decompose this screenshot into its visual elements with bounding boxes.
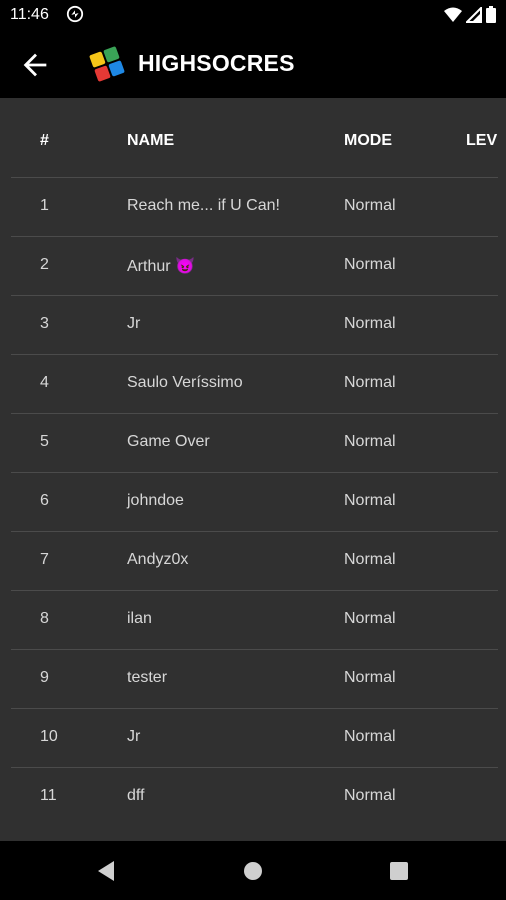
cell-name: Reach me... if U Can! — [127, 197, 280, 214]
row-divider — [11, 649, 498, 650]
app-bar: HIGHSOCRES — [0, 30, 506, 98]
cell-name: ilan — [127, 610, 152, 627]
table-row[interactable]: 11 dff Normal — [0, 767, 506, 826]
page-title: HIGHSOCRES — [138, 50, 295, 76]
row-divider — [11, 354, 498, 355]
table-row[interactable]: 6 johndoe Normal — [0, 472, 506, 531]
table-row[interactable]: 3 Jr Normal — [0, 295, 506, 354]
header-name: NAME — [127, 132, 175, 149]
cell-mode: Normal — [344, 256, 396, 273]
row-divider — [11, 413, 498, 414]
cell-rank: 10 — [40, 728, 58, 745]
cell-rank: 4 — [40, 374, 49, 391]
table-row[interactable]: 7 Andyz0x Normal — [0, 531, 506, 590]
row-divider — [11, 472, 498, 473]
cell-name: dff — [127, 787, 145, 804]
row-divider — [11, 590, 498, 591]
status-bar: 11:46 — [0, 0, 506, 30]
header-mode: MODE — [344, 132, 392, 149]
row-divider — [11, 531, 498, 532]
header-level: LEV — [466, 132, 498, 149]
cell-name: Saulo Veríssimo — [127, 374, 243, 391]
cell-name: Jr — [127, 728, 141, 745]
navigation-bar — [0, 841, 506, 900]
table-row[interactable]: 10 Jr Normal — [0, 708, 506, 767]
table-header: # NAME MODE LEV — [0, 98, 506, 177]
row-divider — [11, 295, 498, 296]
cell-rank: 3 — [40, 315, 49, 332]
table-row[interactable]: 9 tester Normal — [0, 649, 506, 708]
cell-mode: Normal — [344, 315, 396, 332]
cell-mode: Normal — [344, 728, 396, 745]
cell-name: johndoe — [127, 492, 184, 509]
battery-icon — [486, 6, 496, 23]
status-icons — [444, 6, 496, 23]
cell-name: Arthur 😈 — [127, 258, 195, 275]
cell-rank: 5 — [40, 433, 49, 450]
cell-rank: 1 — [40, 197, 49, 214]
arrow-left-icon[interactable] — [18, 48, 52, 82]
cell-name: Andyz0x — [127, 551, 189, 568]
notification-icon — [66, 5, 84, 23]
cell-mode: Normal — [344, 787, 396, 804]
cell-rank: 9 — [40, 669, 49, 686]
signal-icon — [466, 6, 482, 23]
table-row[interactable]: 2 Arthur 😈 Normal — [0, 236, 506, 295]
cell-rank: 8 — [40, 610, 49, 627]
nav-back-icon[interactable] — [92, 857, 120, 885]
row-divider — [11, 708, 498, 709]
cell-rank: 7 — [40, 551, 49, 568]
nav-home-icon[interactable] — [239, 857, 267, 885]
cell-mode: Normal — [344, 197, 396, 214]
cell-mode: Normal — [344, 374, 396, 391]
table-row[interactable]: 8 ilan Normal — [0, 590, 506, 649]
cell-mode: Normal — [344, 669, 396, 686]
cell-rank: 11 — [40, 787, 57, 804]
cell-rank: 2 — [40, 256, 49, 273]
cell-name: Jr — [127, 315, 141, 332]
app-logo — [89, 46, 125, 82]
wifi-icon — [444, 7, 462, 22]
cell-rank: 6 — [40, 492, 49, 509]
cell-name: Game Over — [127, 433, 210, 450]
table-row[interactable]: 4 Saulo Veríssimo Normal — [0, 354, 506, 413]
table-row[interactable]: 5 Game Over Normal — [0, 413, 506, 472]
cell-mode: Normal — [344, 610, 396, 627]
cell-mode: Normal — [344, 492, 396, 509]
highscores-table[interactable]: # NAME MODE LEV 1 Reach me... if U Can! No… — [0, 98, 506, 841]
status-time: 11:46 — [10, 6, 49, 23]
cell-mode: Normal — [344, 433, 396, 450]
cell-mode: Normal — [344, 551, 396, 568]
nav-recents-icon[interactable] — [385, 857, 413, 885]
row-divider — [11, 236, 498, 237]
row-divider — [11, 177, 498, 178]
cell-name: tester — [127, 669, 168, 686]
table-row[interactable]: 1 Reach me... if U Can! Normal — [0, 177, 506, 236]
header-rank: # — [40, 132, 49, 149]
row-divider — [11, 767, 498, 768]
